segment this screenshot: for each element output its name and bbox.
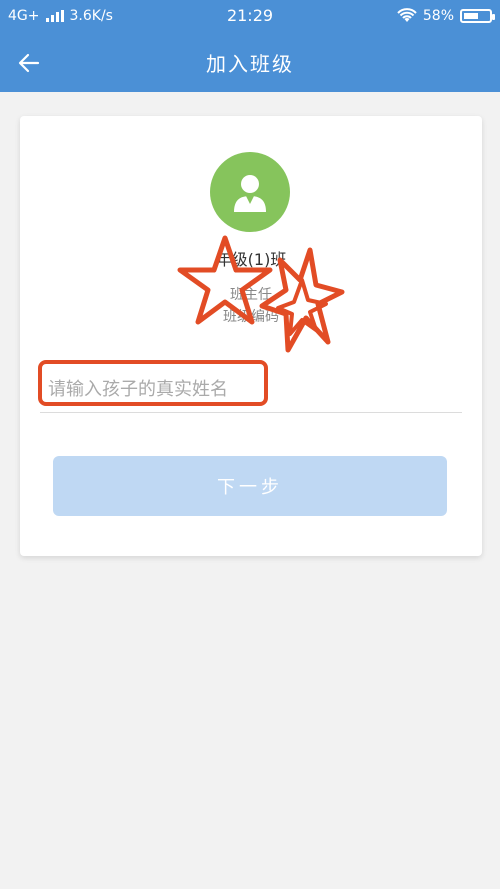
redaction-stars [177, 235, 345, 353]
user-icon [234, 175, 266, 212]
status-bar: 4G+ 3.6K/s 21:29 58% [0, 0, 500, 34]
battery-fill [464, 13, 478, 19]
join-class-card: 年级(1)班 班主任 班级编码 下一步 [20, 116, 482, 556]
status-right: 58% [397, 8, 495, 24]
child-name-input[interactable] [40, 366, 472, 412]
page-title: 加入班级 [206, 52, 294, 76]
star-redaction-right [259, 247, 345, 353]
avatar [210, 152, 290, 232]
next-step-button[interactable]: 下一步 [53, 456, 447, 516]
wifi-icon [397, 8, 417, 22]
battery-icon [460, 9, 495, 23]
child-name-field [40, 366, 472, 413]
star-redaction-left [177, 235, 273, 325]
battery-percent: 58% [422, 8, 454, 24]
app-bar: 加入班级 [0, 34, 500, 92]
